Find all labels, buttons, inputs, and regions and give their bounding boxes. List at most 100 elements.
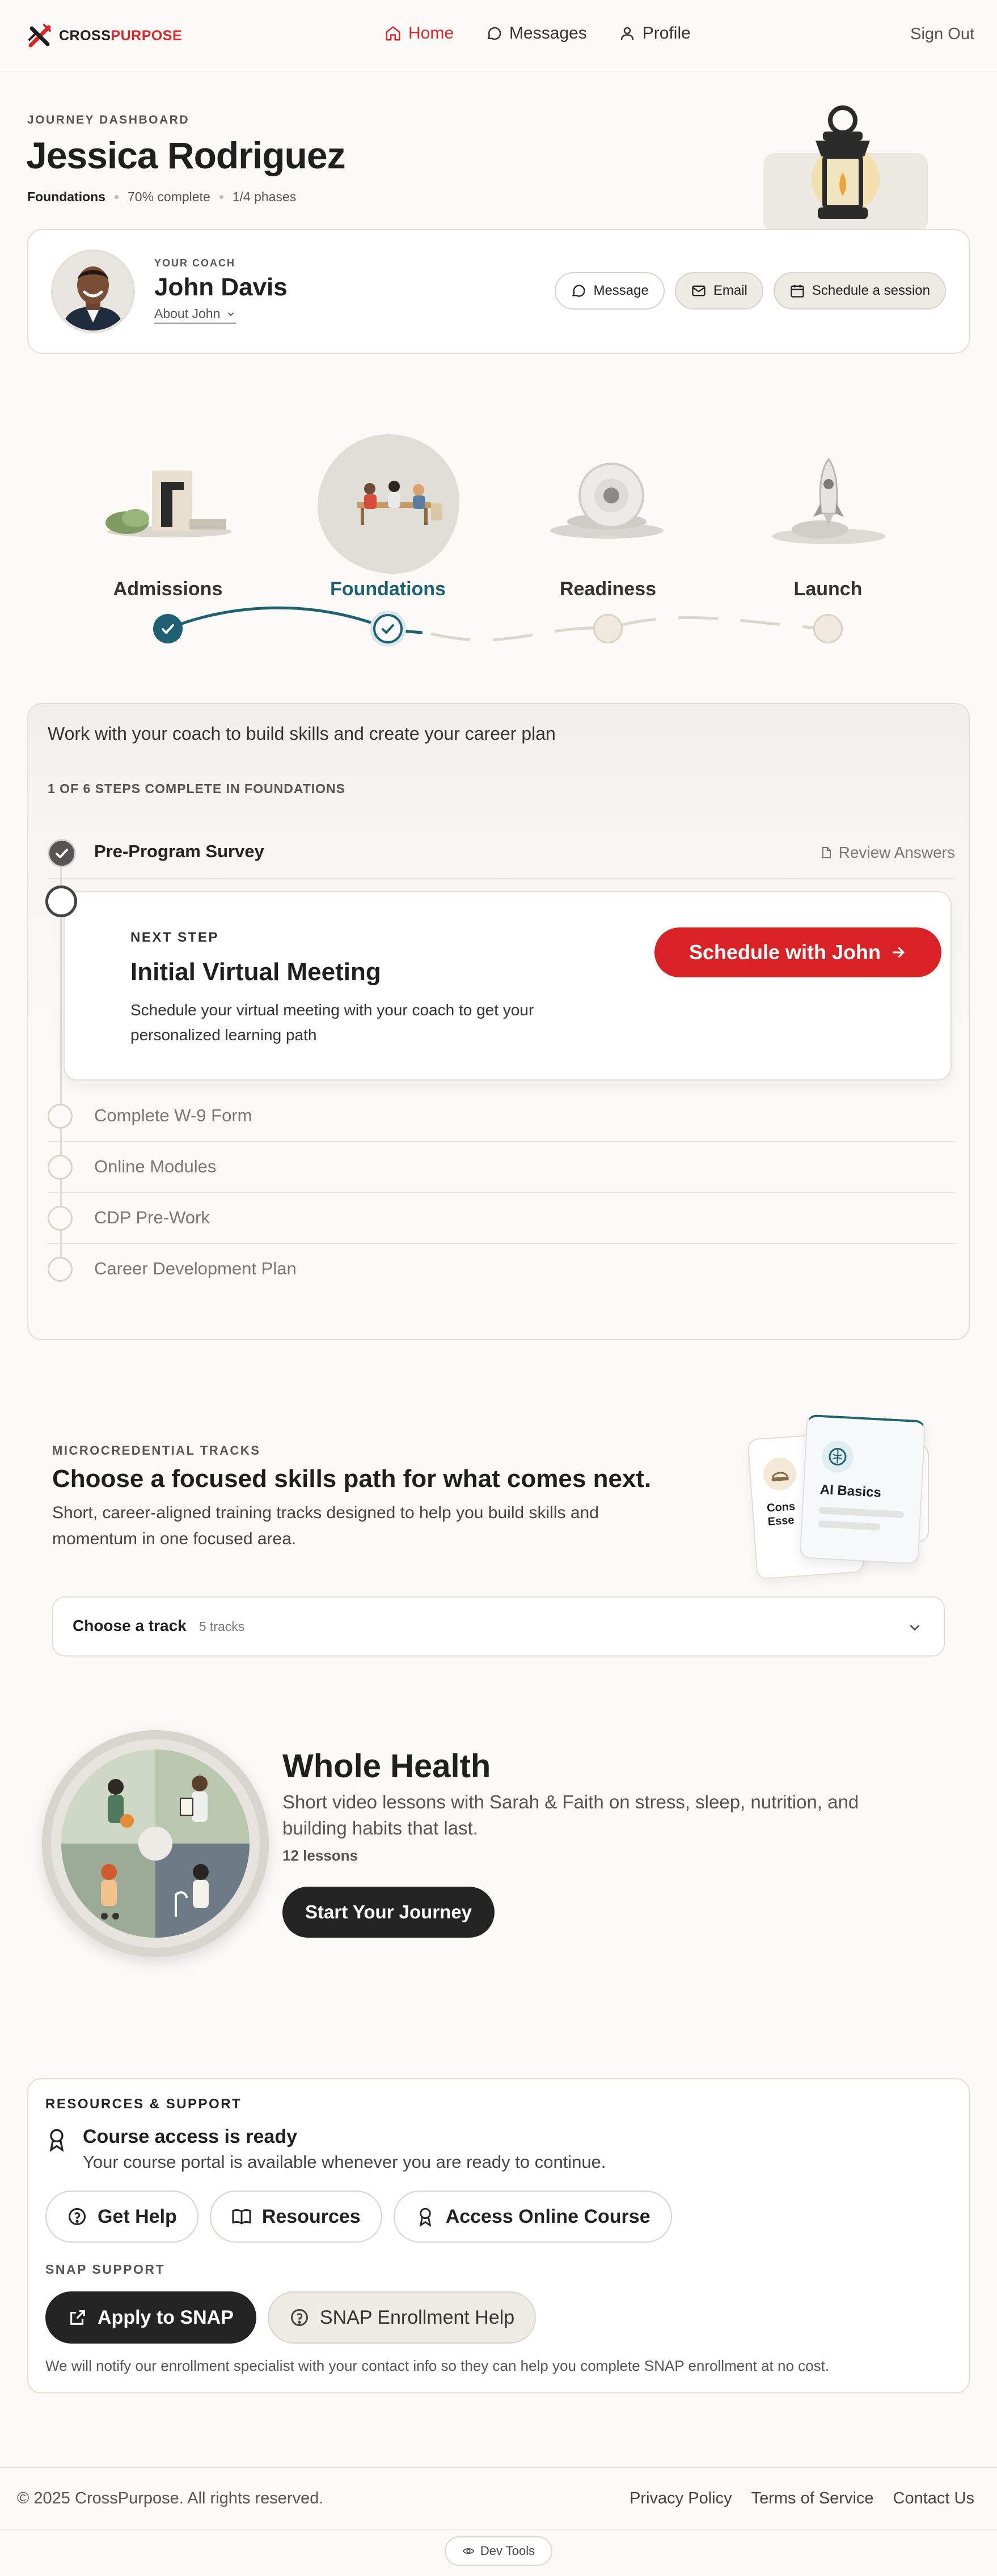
access-online-course-label: Access Online Course: [445, 2205, 650, 2227]
featured-course-description: Short video lessons with Sarah & Faith o…: [282, 1791, 859, 1838]
step-row-online-modules[interactable]: Online Modules: [48, 1142, 955, 1193]
nav-home-label: Home: [408, 24, 454, 43]
get-help-button[interactable]: Get Help: [45, 2191, 198, 2243]
email-coach-button[interactable]: Email: [674, 272, 763, 310]
logo-wordmark: CROSSPURPOSE: [59, 28, 182, 44]
track-card-front-title: AI Basics: [819, 1482, 882, 1501]
coach-eyebrow: YOUR COACH: [154, 257, 236, 269]
step-row-w9[interactable]: Complete W-9 Form: [48, 1091, 955, 1142]
tracks-eyebrow: MICROCREDENTIAL TRACKS: [52, 1443, 261, 1458]
nav-profile-label: Profile: [642, 24, 691, 43]
footer-copyright: © 2025 CrossPurpose. All rights reserved…: [17, 2489, 324, 2507]
coach-avatar[interactable]: [51, 249, 135, 333]
award-ribbon-icon: [49, 2129, 64, 2152]
step-row-cdp-prework[interactable]: CDP Pre-Work: [48, 1193, 955, 1244]
placeholder-line: [818, 1520, 881, 1531]
phase-label-admissions: Admissions: [113, 578, 223, 600]
start-journey-button[interactable]: Start Your Journey: [282, 1887, 495, 1938]
home-icon: [386, 26, 400, 41]
hard-hat-icon: [762, 1456, 797, 1492]
course-access-subtitle: Your course portal is available whenever…: [83, 2152, 606, 2172]
step-row-completed[interactable]: Pre-Program Survey Review Answers: [48, 827, 955, 879]
current-phase-text: Foundations: [27, 189, 105, 204]
crosspurpose-logo[interactable]: CROSSPURPOSE: [27, 23, 182, 49]
journey-map: Admissions Foundations Readiness Launch: [0, 420, 997, 658]
chevron-down-icon: [910, 1625, 920, 1631]
snap-note: We will notify our enrollment specialist…: [45, 2357, 830, 2374]
document-icon: [822, 847, 831, 858]
sign-out-link[interactable]: Sign Out: [910, 25, 974, 44]
nav-home[interactable]: Home: [385, 24, 454, 43]
phase-label-readiness: Readiness: [559, 578, 657, 600]
external-link-icon: [70, 2310, 85, 2325]
page-footer: © 2025 CrossPurpose. All rights reserved…: [0, 2467, 997, 2530]
dev-tools-label: Dev Tools: [480, 2544, 535, 2558]
phase-node-launch[interactable]: [813, 614, 843, 643]
step-label-career-plan: Career Development Plan: [94, 1259, 297, 1278]
dev-tools-button[interactable]: Dev Tools: [445, 2536, 552, 2566]
open-book-icon: [232, 2209, 251, 2225]
choose-track-label: Choose a track: [73, 1617, 187, 1634]
featured-course-title: Whole Health: [282, 1748, 491, 1785]
step-pending-marker: [48, 1104, 73, 1129]
resources-support-card: RESOURCES & SUPPORT Course access is rea…: [27, 2078, 970, 2393]
logo-word-cross: CROSS: [59, 27, 111, 44]
chat-bubble-icon: [487, 27, 501, 40]
schedule-session-button[interactable]: Schedule a session: [773, 272, 946, 310]
next-step-description: Schedule your virtual meeting with your …: [130, 1001, 534, 1044]
nav-messages[interactable]: Messages: [485, 24, 587, 43]
resources-actions: Get Help Resources Access Online Course: [45, 2191, 672, 2243]
chat-bubble-icon: [572, 285, 586, 297]
step-label-cdp-prework: CDP Pre-Work: [94, 1208, 210, 1227]
snap-actions: Apply to SNAP SNAP Enrollment Help: [45, 2291, 536, 2344]
top-navigation-bar: CROSSPURPOSE Home Messages Profile Sign …: [0, 0, 997, 71]
separator-dot: [219, 195, 223, 199]
resources-label: Resources: [261, 2205, 361, 2227]
logo-mark-icon: [27, 23, 53, 49]
step-row-career-plan[interactable]: Career Development Plan: [48, 1244, 955, 1295]
chevron-down-icon: [228, 312, 234, 316]
footer-links: Privacy Policy Terms of Service Contact …: [630, 2489, 974, 2508]
nav-profile[interactable]: Profile: [619, 24, 691, 43]
access-online-course-button[interactable]: Access Online Course: [393, 2191, 672, 2243]
resources-button[interactable]: Resources: [209, 2191, 382, 2243]
choose-track-dropdown[interactable]: Choose a track 5 tracks: [52, 1596, 945, 1656]
get-help-label: Get Help: [98, 2205, 177, 2227]
message-button-label: Message: [593, 283, 649, 298]
help-circle-icon: [290, 2309, 308, 2326]
privacy-policy-link[interactable]: Privacy Policy: [630, 2489, 732, 2508]
placeholder-line: [818, 1507, 905, 1518]
help-circle-icon: [69, 2208, 86, 2225]
progress-meta: Foundations 70% complete 1/4 phases: [27, 189, 296, 205]
schedule-with-coach-button[interactable]: Schedule with John: [654, 927, 941, 977]
step-label-completed: Pre-Program Survey: [94, 841, 264, 861]
arrow-right-icon: [892, 947, 905, 958]
choose-track-label-group: Choose a track 5 tracks: [73, 1617, 244, 1635]
apply-to-snap-button[interactable]: Apply to SNAP: [45, 2291, 256, 2344]
featured-lesson-count: 12 lessons: [282, 1847, 358, 1864]
step-label-w9: Complete W-9 Form: [94, 1105, 252, 1125]
check-icon: [162, 624, 174, 634]
check-icon: [382, 624, 394, 634]
snap-eyebrow: SNAP SUPPORT: [45, 2262, 166, 2277]
resources-eyebrow: RESOURCES & SUPPORT: [45, 2096, 242, 2112]
next-step-title: Initial Virtual Meeting: [130, 958, 381, 986]
message-coach-button[interactable]: Message: [555, 272, 665, 310]
phase-node-foundations[interactable]: [373, 614, 403, 643]
lantern-illustration: [763, 105, 928, 232]
schedule-button-label: Schedule a session: [812, 283, 930, 298]
course-access-title: Course access is ready: [83, 2126, 298, 2147]
review-answers-link[interactable]: Review Answers: [819, 844, 955, 862]
steps-intro: Work with your coach to build skills and…: [48, 723, 556, 744]
snap-enrollment-help-button[interactable]: SNAP Enrollment Help: [267, 2291, 536, 2344]
phase-node-readiness[interactable]: [593, 614, 623, 643]
award-ribbon-icon: [419, 2208, 431, 2227]
track-card-front[interactable]: AI Basics: [799, 1414, 926, 1565]
about-coach-toggle[interactable]: About John: [154, 306, 236, 324]
track-cards-illustration: Cons Esse AI Basics: [746, 1412, 950, 1582]
brain-icon: [821, 1440, 855, 1474]
contact-us-link[interactable]: Contact Us: [893, 2489, 974, 2508]
phase-node-admissions[interactable]: [153, 614, 183, 643]
separator-dot: [114, 195, 119, 199]
terms-of-service-link[interactable]: Terms of Service: [751, 2489, 874, 2508]
